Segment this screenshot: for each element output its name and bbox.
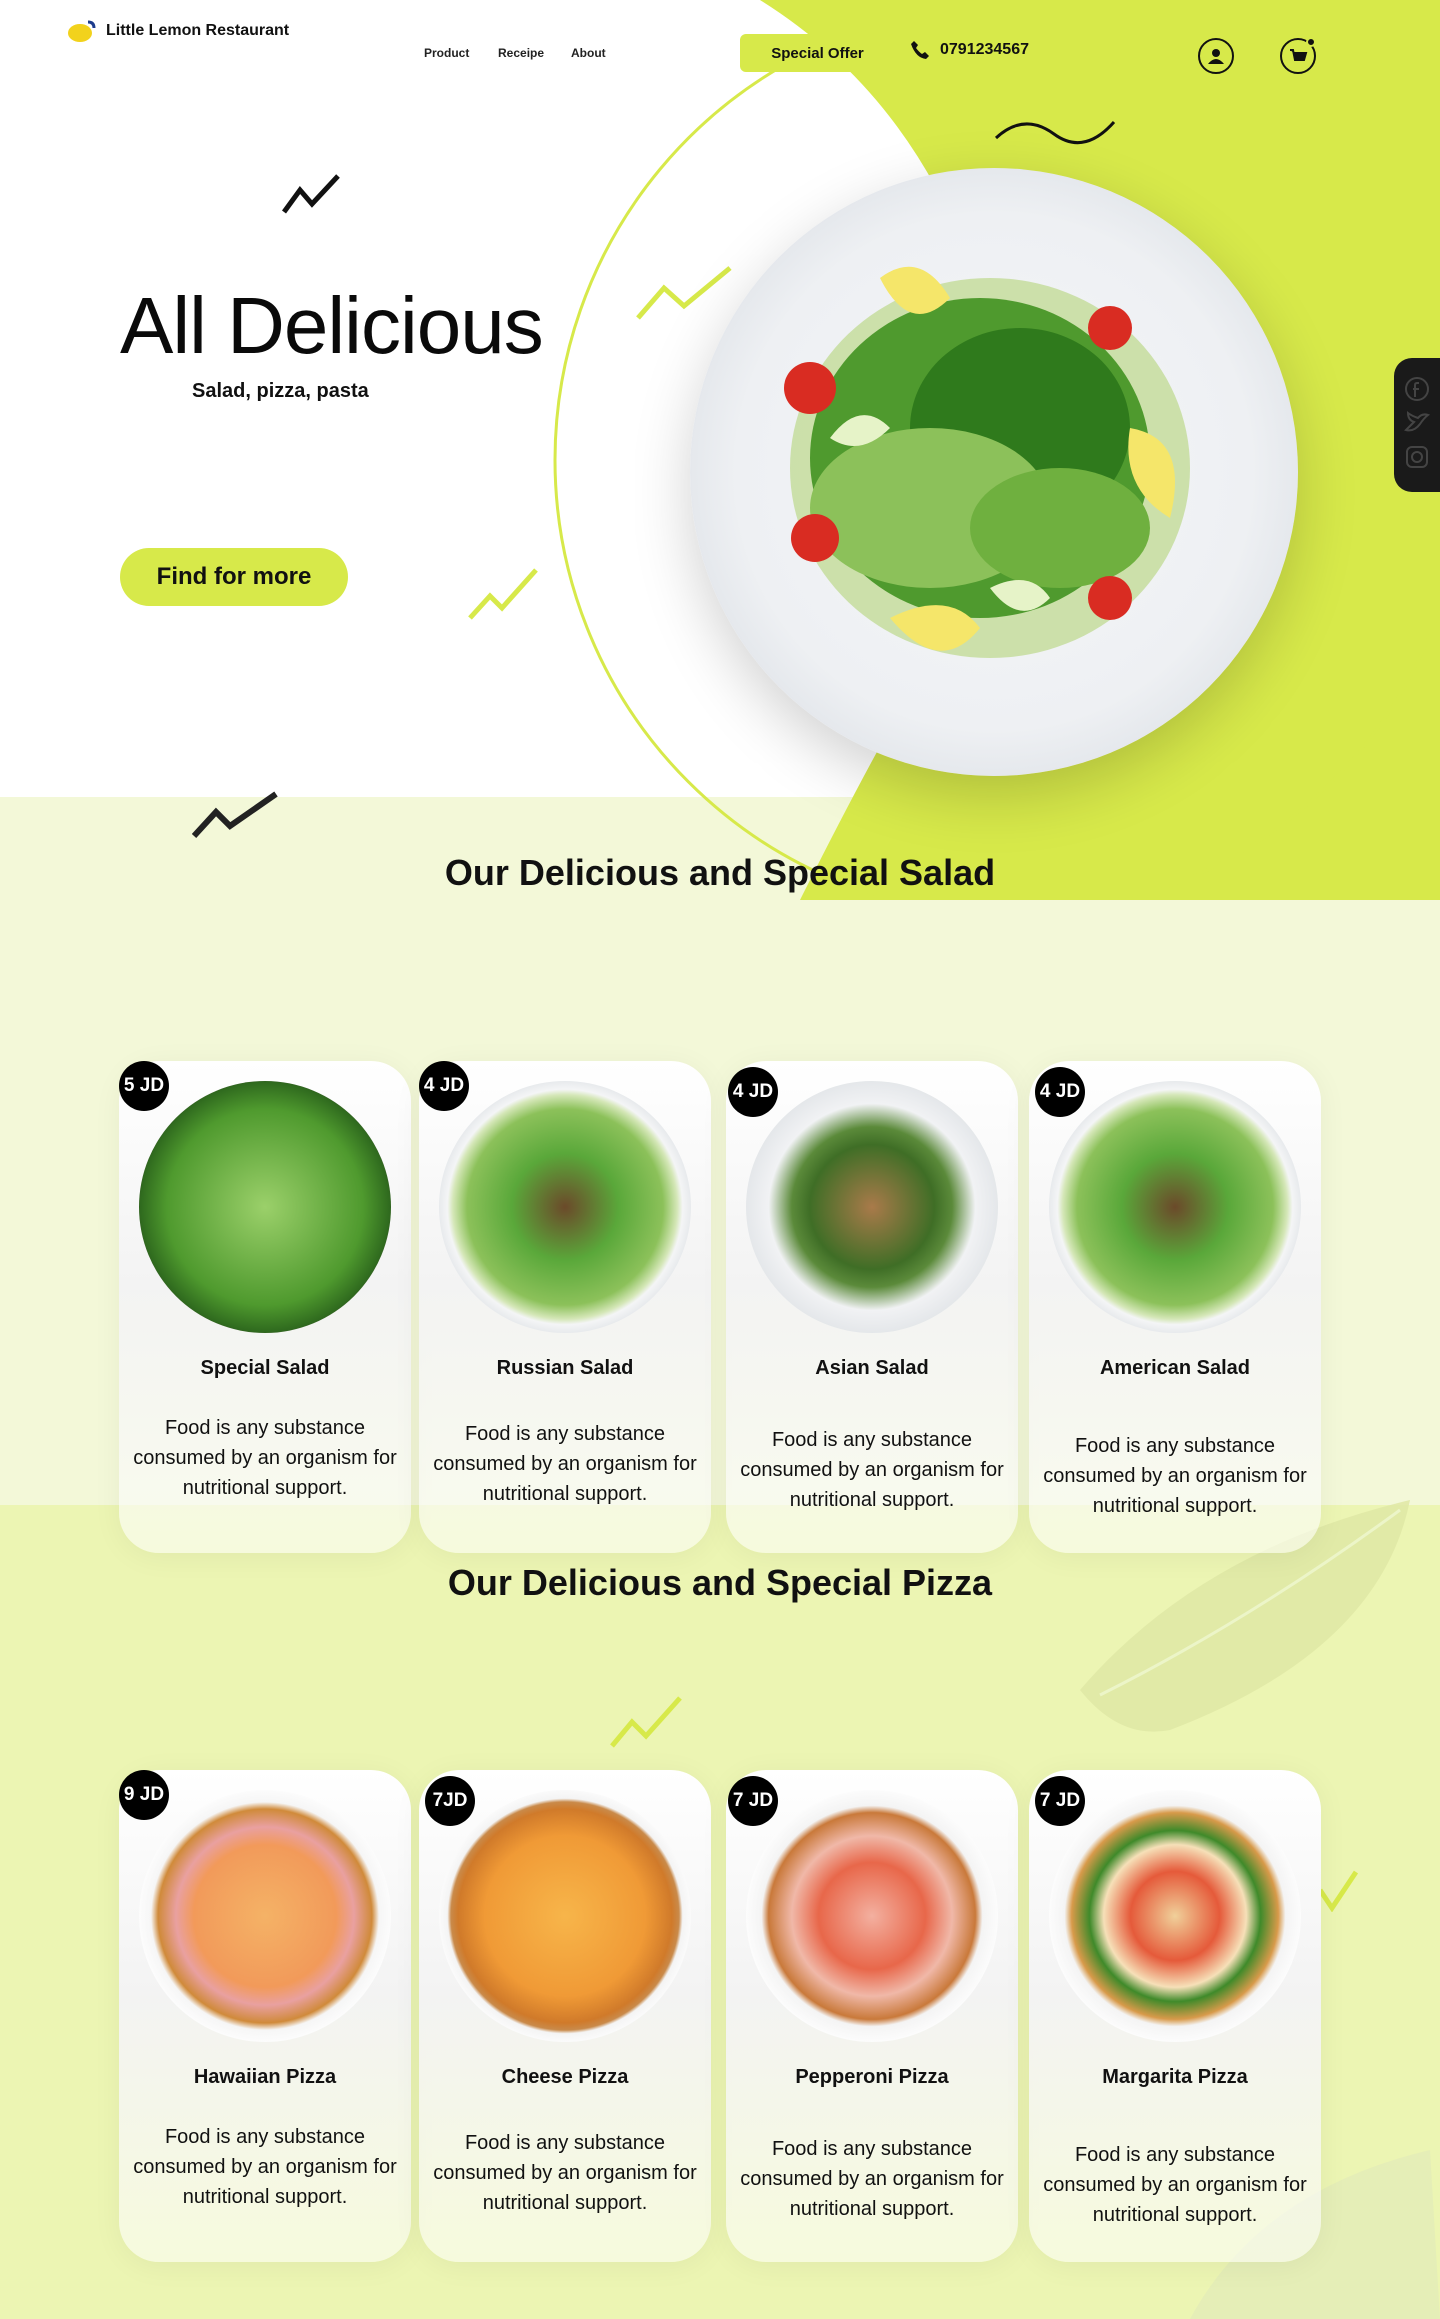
hero-salad-plate <box>690 168 1298 776</box>
nav-product[interactable]: Product <box>424 46 469 60</box>
item-name: Russian Salad <box>496 1357 634 1379</box>
asian-salad-image <box>746 1081 998 1333</box>
menu-card[interactable]: 4 JD Russian Salad Food is any substance… <box>419 1061 711 1553</box>
price-badge: 5 JD <box>119 1061 169 1111</box>
item-description: Food is any substance consumed by an org… <box>740 2138 1004 2220</box>
squiggle-icon <box>994 121 1116 144</box>
nav-about[interactable]: About <box>571 46 606 60</box>
price-badge: 4 JD <box>1035 1067 1085 1117</box>
hero-title: All Delicious <box>120 281 544 370</box>
menu-card[interactable]: 7 JD Margarita Pizza Food is any substan… <box>1029 1770 1321 2262</box>
price-badge: 9 JD <box>119 1770 169 1820</box>
american-salad-image <box>1049 1081 1301 1333</box>
menu-card[interactable]: 4 JD American Salad Food is any substanc… <box>1029 1061 1321 1553</box>
instagram-icon[interactable] <box>1404 444 1430 470</box>
hero-subtitle: Salad, pizza, pasta <box>192 380 369 402</box>
item-name: Margarita Pizza <box>1102 2066 1248 2088</box>
item-description: Food is any substance consumed by an org… <box>1043 1435 1307 1517</box>
phone-number: 0791234567 <box>940 41 1029 58</box>
item-description: Food is any substance consumed by an org… <box>133 1417 397 1499</box>
brand-name: Little Lemon Restaurant <box>106 22 290 39</box>
price-badge: 7 JD <box>728 1776 778 1826</box>
menu-card[interactable]: 5 JD Special Salad Food is any substance… <box>119 1061 411 1553</box>
special-offer-button[interactable]: Special Offer <box>740 34 895 72</box>
user-account-button[interactable] <box>1198 38 1234 74</box>
salad-section-title: Our Delicious and Special Salad <box>444 852 996 893</box>
lemon-logo-icon <box>68 20 96 42</box>
phone-icon <box>911 41 929 59</box>
menu-card[interactable]: 7 JD Pepperoni Pizza Food is any substan… <box>726 1770 1018 2262</box>
item-name: Cheese Pizza <box>501 2066 629 2088</box>
russian-salad-image <box>439 1081 691 1333</box>
zigzag-icon <box>192 791 278 839</box>
item-description: Food is any substance consumed by an org… <box>740 1429 1004 1511</box>
item-description: Food is any substance consumed by an org… <box>433 2132 697 2214</box>
item-description: Food is any substance consumed by an org… <box>433 1423 697 1505</box>
menu-card[interactable]: 7JD Cheese Pizza Food is any substance c… <box>419 1770 711 2262</box>
price-badge: 4 JD <box>728 1067 778 1117</box>
price-badge: 4 JD <box>419 1061 469 1111</box>
nav-receipe[interactable]: Receipe <box>498 46 544 60</box>
cheese-pizza-image <box>439 1790 691 2042</box>
user-icon <box>1208 49 1224 64</box>
item-name: Hawaiian Pizza <box>193 2066 337 2088</box>
item-name: American Salad <box>1099 1357 1251 1379</box>
special-salad-image <box>139 1081 391 1333</box>
cart-notification-dot <box>1306 37 1316 47</box>
zigzag-icon <box>610 1696 682 1748</box>
item-name: Special Salad <box>200 1357 330 1379</box>
menu-card[interactable]: 9 JD Hawaiian Pizza Food is any substanc… <box>119 1770 411 2262</box>
item-name: Pepperoni Pizza <box>795 2066 949 2088</box>
margarita-pizza-image <box>1049 1790 1301 2042</box>
social-sidebar <box>1394 358 1440 492</box>
pepperoni-pizza-image <box>746 1790 998 2042</box>
menu-card[interactable]: 4 JD Asian Salad Food is any substance c… <box>726 1061 1018 1553</box>
check-decoration-icon <box>1318 1870 1358 1912</box>
facebook-icon[interactable] <box>1404 376 1430 402</box>
item-name: Asian Salad <box>815 1357 929 1379</box>
salad-illustration <box>784 266 1190 658</box>
zigzag-icon <box>282 174 340 214</box>
phone-contact[interactable]: 0791234567 <box>910 40 1029 60</box>
hawaiian-pizza-image <box>139 1790 391 2042</box>
pizza-section-title: Our Delicious and Special Pizza <box>447 1562 993 1603</box>
find-more-button[interactable]: Find for more <box>120 548 348 606</box>
zigzag-icon <box>468 568 538 620</box>
twitter-icon[interactable] <box>1404 410 1430 436</box>
cart-icon <box>1290 49 1308 61</box>
item-description: Food is any substance consumed by an org… <box>1043 2144 1307 2226</box>
price-badge: 7 JD <box>1035 1776 1085 1826</box>
price-badge: 7JD <box>425 1776 475 1826</box>
brand-logo[interactable]: Little Lemon Restaurant <box>66 18 289 44</box>
item-description: Food is any substance consumed by an org… <box>133 2126 397 2208</box>
